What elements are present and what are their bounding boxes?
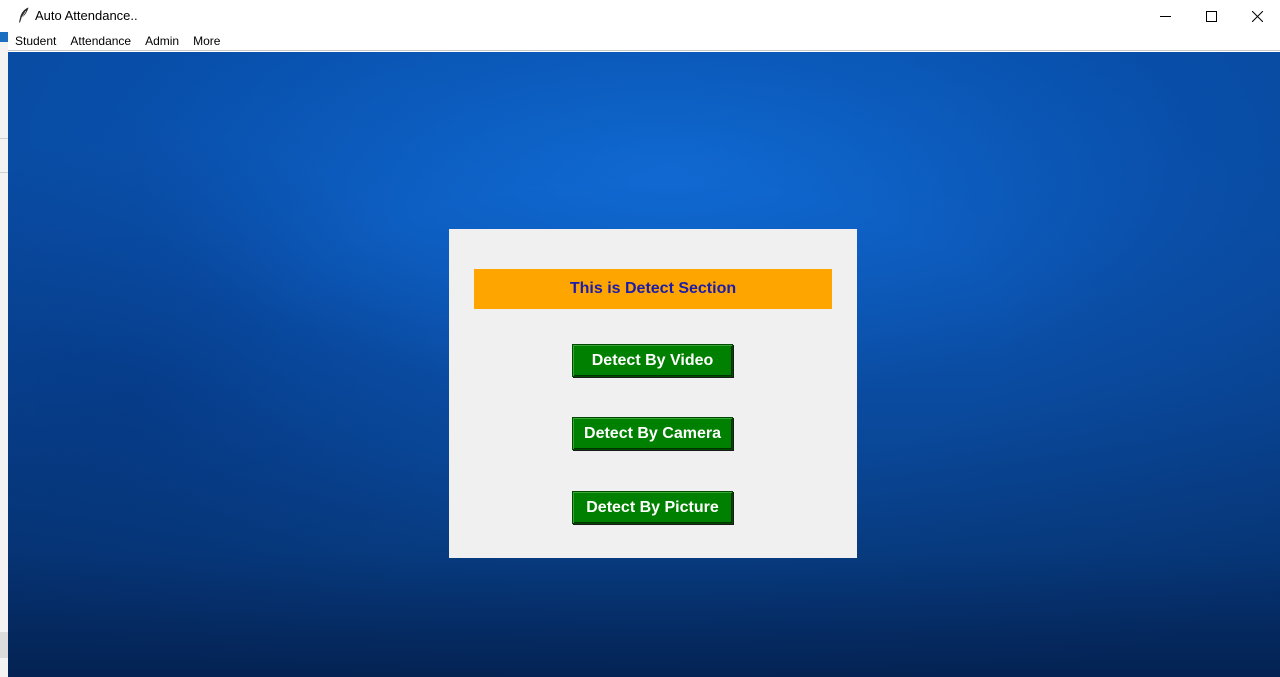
menu-more[interactable]: More xyxy=(186,32,227,50)
menu-student[interactable]: Student xyxy=(8,32,63,50)
minimize-icon xyxy=(1159,15,1171,17)
minimize-button[interactable] xyxy=(1142,0,1188,32)
maximize-button[interactable] xyxy=(1188,0,1234,32)
menu-attendance[interactable]: Attendance xyxy=(63,32,138,50)
menu-admin[interactable]: Admin xyxy=(138,32,186,50)
detect-by-video-button[interactable]: Detect By Video xyxy=(572,344,733,377)
close-icon xyxy=(1251,10,1263,22)
detect-section-header: This is Detect Section xyxy=(474,269,832,309)
menu-bar: Student Attendance Admin More xyxy=(8,32,1280,51)
main-content-area: This is Detect Section Detect By Video D… xyxy=(8,52,1280,677)
title-bar[interactable]: Auto Attendance.. xyxy=(0,0,1280,32)
left-background-strip xyxy=(0,0,8,677)
close-button[interactable] xyxy=(1234,0,1280,32)
detect-by-picture-button[interactable]: Detect By Picture xyxy=(572,491,733,524)
feather-icon xyxy=(18,7,30,23)
detect-panel: This is Detect Section Detect By Video D… xyxy=(449,229,857,558)
window-controls xyxy=(1142,0,1280,32)
app-window: Auto Attendance.. Student Attendance Adm… xyxy=(0,0,1280,677)
detect-by-camera-button[interactable]: Detect By Camera xyxy=(572,417,733,450)
window-title: Auto Attendance.. xyxy=(35,8,138,23)
maximize-icon xyxy=(1205,10,1217,22)
